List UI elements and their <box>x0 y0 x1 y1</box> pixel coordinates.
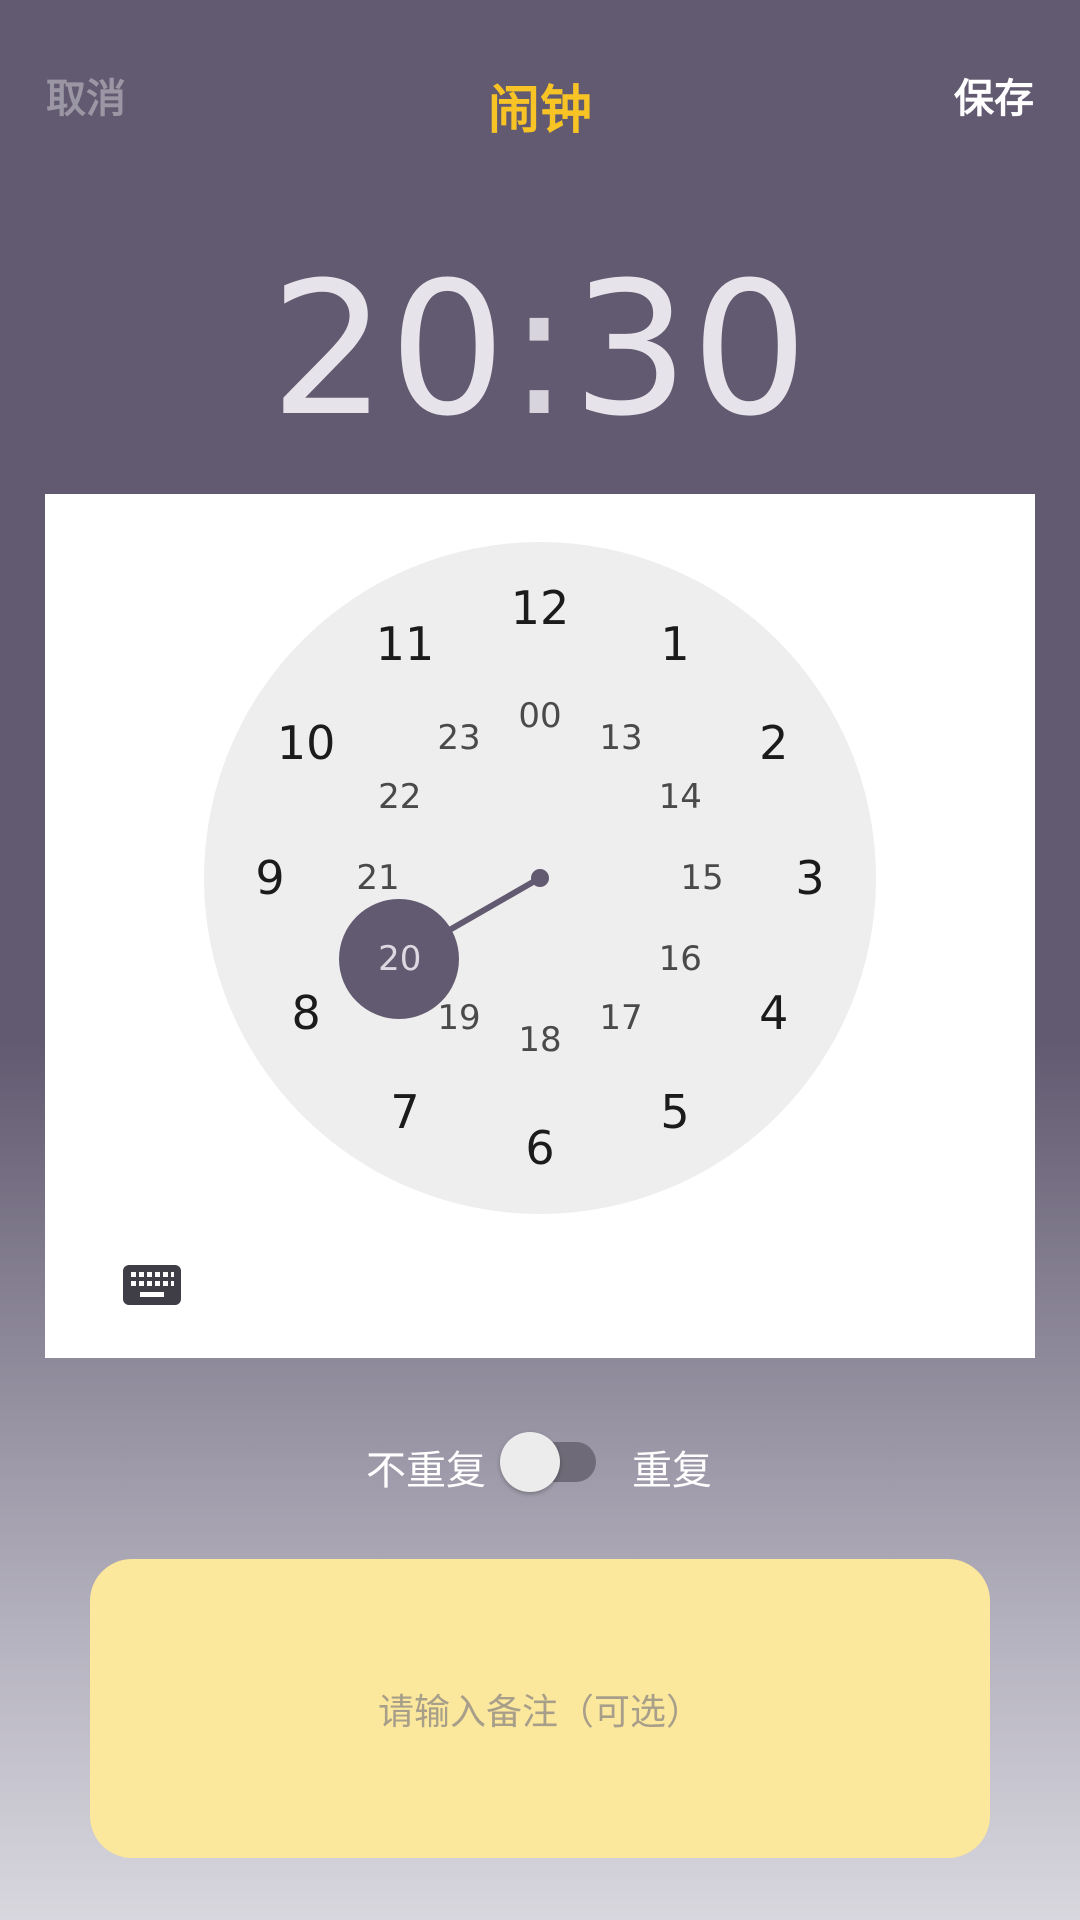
note-placeholder: 请输入备注（可选） <box>377 1691 702 1733</box>
repeat-label[interactable]: 重复 <box>632 1438 712 1496</box>
dial-hour-inner-00[interactable]: 00 <box>518 696 561 736</box>
dial-hour-10[interactable]: 10 <box>277 716 336 770</box>
time-display: 20:30 <box>0 255 1080 445</box>
dial-hour-2[interactable]: 2 <box>759 716 788 770</box>
no-repeat-label[interactable]: 不重复 <box>366 1438 486 1496</box>
save-button[interactable]: 保存 <box>954 66 1034 124</box>
time-picker-card: 12 1 2 3 4 5 6 7 8 9 10 11 00 13 14 15 16 17 18 19 20 21 22 23 <box>45 494 1035 1358</box>
dial-hour-8[interactable]: 8 <box>292 986 321 1040</box>
dial-hour-3[interactable]: 3 <box>795 851 824 905</box>
dial-hour-inner-14[interactable]: 14 <box>659 777 702 817</box>
dial-hour-inner-20[interactable]: 20 <box>378 939 421 979</box>
dial-hour-inner-17[interactable]: 17 <box>599 998 642 1038</box>
dial-hour-inner-13[interactable]: 13 <box>599 718 642 758</box>
dial-hour-11[interactable]: 11 <box>376 617 435 671</box>
dial-hour-inner-22[interactable]: 22 <box>378 777 421 817</box>
note-input[interactable]: 请输入备注（可选） <box>90 1559 990 1858</box>
dial-hour-6[interactable]: 6 <box>525 1121 554 1175</box>
repeat-toggle-row: 不重复 重复 <box>0 1430 1080 1494</box>
dial-hour-inner-15[interactable]: 15 <box>680 858 723 898</box>
clock-center-dot <box>531 869 549 887</box>
dial-hour-inner-16[interactable]: 16 <box>659 939 702 979</box>
top-bar: 取消 闹钟 保存 <box>0 0 1080 190</box>
dial-hour-5[interactable]: 5 <box>660 1085 689 1139</box>
hour-display[interactable]: 20 <box>270 243 508 457</box>
dial-hour-12[interactable]: 12 <box>511 581 570 635</box>
time-separator: : <box>508 243 572 457</box>
dial-hour-7[interactable]: 7 <box>390 1085 419 1139</box>
dial-hour-inner-19[interactable]: 19 <box>437 998 480 1038</box>
dial-hour-4[interactable]: 4 <box>759 986 788 1040</box>
dial-hour-9[interactable]: 9 <box>255 851 284 905</box>
repeat-switch-knob[interactable] <box>500 1432 560 1492</box>
minute-display[interactable]: 30 <box>572 243 810 457</box>
page-title: 闹钟 <box>487 81 592 141</box>
dial-hour-inner-18[interactable]: 18 <box>518 1020 561 1060</box>
dial-hour-1[interactable]: 1 <box>660 617 689 671</box>
dial-hour-inner-21[interactable]: 21 <box>356 858 399 898</box>
keyboard-icon[interactable] <box>122 1264 182 1306</box>
dial-hour-inner-23[interactable]: 23 <box>437 718 480 758</box>
